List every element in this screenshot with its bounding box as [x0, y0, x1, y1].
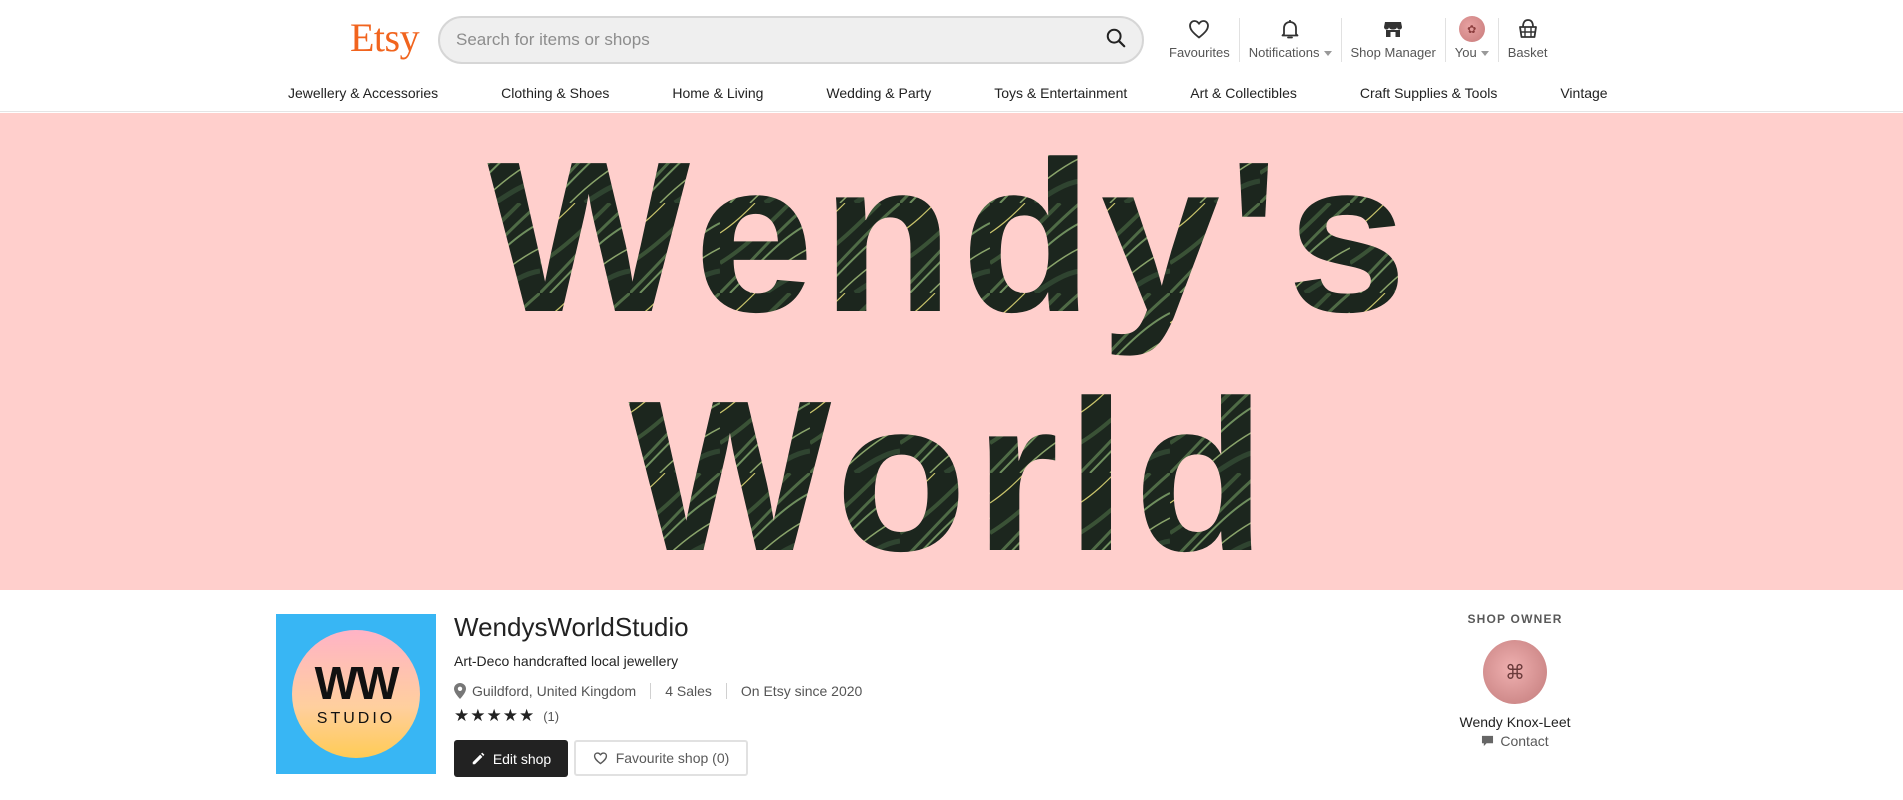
- shop-owner-heading: SHOP OWNER: [1467, 612, 1563, 626]
- category-link[interactable]: Clothing & Shoes: [501, 85, 609, 101]
- search-icon: [1105, 27, 1127, 54]
- meta-divider: [725, 683, 727, 699]
- site-header: Etsy Favourites Notifications: [0, 0, 1903, 80]
- pin-icon: [454, 683, 466, 699]
- owner-name[interactable]: Wendy Knox-Leet: [1440, 714, 1590, 730]
- category-link[interactable]: Art & Collectibles: [1190, 85, 1297, 101]
- search-input[interactable]: [456, 18, 1076, 62]
- chevron-down-icon: [1323, 51, 1332, 57]
- nav-favourites-label: Favourites: [1169, 45, 1230, 60]
- shop-owner-panel: SHOP OWNER ⌘ Wendy Knox-Leet Contact: [1440, 612, 1590, 749]
- nav-favourites[interactable]: Favourites: [1160, 14, 1239, 68]
- nav-notifications[interactable]: Notifications: [1240, 14, 1341, 68]
- rating-count: (1): [543, 708, 560, 724]
- heart-icon: [1187, 14, 1211, 44]
- edit-shop-label: Edit shop: [492, 750, 552, 767]
- category-link[interactable]: Home & Living: [672, 85, 763, 101]
- nav-notifications-label: Notifications: [1248, 45, 1320, 60]
- nav-basket[interactable]: Basket: [1499, 14, 1557, 68]
- star-rating-icon: ★★★★★: [454, 706, 536, 725]
- category-link[interactable]: Vintage: [1560, 85, 1607, 101]
- message-icon: [1481, 735, 1494, 747]
- category-link[interactable]: Jewellery & Accessories: [288, 85, 438, 101]
- nav-shop-manager-label: Shop Manager: [1350, 45, 1436, 60]
- shop-meta: Guildford, United Kingdom 4 Sales On Ets…: [454, 683, 862, 699]
- category-link[interactable]: Toys & Entertainment: [994, 85, 1127, 101]
- chevron-down-icon: [1480, 51, 1489, 57]
- search-bar: [438, 16, 1144, 64]
- category-link[interactable]: Craft Supplies & Tools: [1360, 85, 1497, 101]
- search-button[interactable]: [1098, 22, 1134, 58]
- header-nav: Favourites Notifications Shop Manager ✿ …: [1160, 14, 1556, 70]
- bell-icon: [1278, 14, 1302, 44]
- nav-you[interactable]: ✿ You: [1446, 14, 1498, 68]
- shop-logo-ww: WW: [314, 657, 400, 709]
- meta-divider: [650, 683, 652, 699]
- shop-rating[interactable]: ★★★★★ (1): [454, 706, 559, 726]
- nav-basket-label: Basket: [1507, 45, 1548, 60]
- shop-location: Guildford, United Kingdom: [472, 683, 637, 699]
- nav-you-label: You: [1454, 45, 1477, 60]
- shop-name: WendysWorldStudio: [454, 612, 689, 642]
- shop-sales[interactable]: 4 Sales: [665, 683, 712, 699]
- favourite-shop-button[interactable]: Favourite shop (0): [574, 740, 748, 776]
- shop-logo-badge: WW STUDIO: [292, 630, 420, 758]
- shop-since: On Etsy since 2020: [740, 683, 863, 699]
- shop-tagline: Art-Deco handcrafted local jewellery: [454, 653, 679, 669]
- shop-icon: [1381, 14, 1405, 44]
- contact-owner-link[interactable]: Contact: [1440, 733, 1590, 749]
- basket-icon: [1516, 14, 1540, 44]
- banner-image: Wendy's World: [487, 116, 1415, 590]
- pencil-icon: [471, 752, 485, 766]
- banner-line-2: World: [628, 355, 1273, 590]
- category-nav: Jewellery & Accessories Clothing & Shoes H…: [0, 80, 1903, 112]
- avatar: ✿: [1458, 16, 1485, 42]
- category-list: Jewellery & Accessories Clothing & Shoes H…: [288, 85, 1608, 101]
- etsy-logo[interactable]: Etsy: [350, 14, 420, 61]
- shop-banner: Wendy's World: [0, 113, 1903, 590]
- shop-logo[interactable]: WW STUDIO: [276, 614, 436, 774]
- heart-icon: [593, 751, 608, 765]
- favourite-shop-label: Favourite shop (0): [615, 750, 730, 766]
- banner-line-1: Wendy's: [487, 116, 1415, 357]
- nav-shop-manager[interactable]: Shop Manager: [1342, 14, 1445, 68]
- category-link[interactable]: Wedding & Party: [826, 85, 931, 101]
- shop-logo-studio: STUDIO: [316, 710, 396, 727]
- contact-label: Contact: [1500, 733, 1549, 749]
- edit-shop-button[interactable]: Edit shop: [454, 740, 568, 777]
- owner-avatar[interactable]: ⌘: [1483, 640, 1547, 704]
